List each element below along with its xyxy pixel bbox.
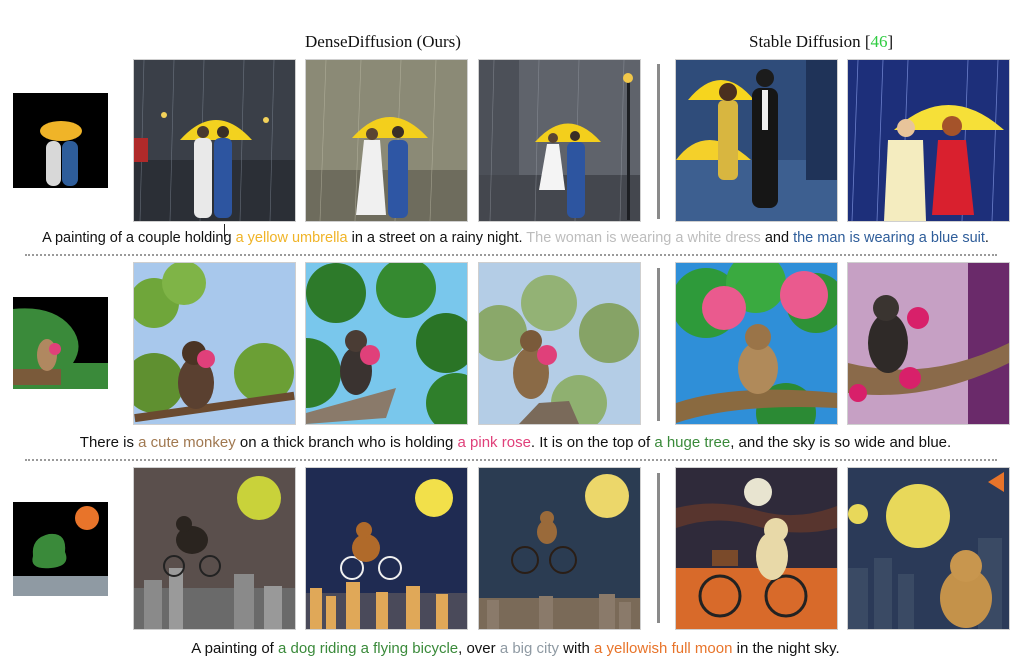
caption-span: on a thick branch — [235, 434, 355, 451]
caption-row-2: There is a cute monkey on a thick branch… — [0, 434, 1031, 451]
column-divider — [657, 64, 660, 219]
image-dog-ours-3 — [478, 467, 641, 630]
caption-span: A painting of — [191, 640, 279, 657]
caption-span-blue-suit: the man is wearing a blue suit — [793, 230, 985, 246]
caption-span-dog-bicycle: a dog riding a flying bicycle — [278, 640, 459, 657]
image-couple-sd-2 — [847, 59, 1010, 222]
image-dog-sd-1 — [675, 467, 838, 630]
image-monkey-sd-2 — [847, 262, 1010, 425]
text-cursor-icon — [224, 224, 231, 239]
caption-span: with — [559, 640, 595, 657]
caption-span-yellow-umbrella: a yellow umbrella — [235, 230, 348, 246]
image-monkey-sd-1 — [675, 262, 838, 425]
layout-mask-monkey — [13, 297, 108, 389]
image-monkey-ours-2 — [305, 262, 468, 425]
stable-diffusion-header: Stable Diffusion [46] — [749, 32, 893, 52]
caption-row-1: A painting of a couple holding a yellow … — [0, 230, 1031, 246]
header-suffix: ] — [887, 32, 894, 51]
image-couple-ours-3 — [478, 59, 641, 222]
image-dog-ours-2 — [305, 467, 468, 630]
image-dog-ours-1 — [133, 467, 296, 630]
layout-mask-couple — [13, 93, 108, 188]
caption-span: in the night sky. — [732, 640, 840, 657]
caption-span: in a street on a rainy night. — [347, 230, 527, 246]
caption-span: who is holding — [354, 434, 458, 451]
caption-row-3: A painting of a dog riding a flying bicy… — [0, 640, 1031, 657]
caption-span-cute-monkey: a cute monkey — [138, 434, 236, 451]
caption-span-full-moon: a yellowish full moon — [594, 640, 733, 657]
densediffusion-header: DenseDiffusion (Ours) — [305, 32, 461, 51]
caption-span: A painting of a couple holding — [42, 230, 236, 246]
caption-span-white-dress: The woman is wearing a white dress — [526, 230, 761, 246]
column-divider — [657, 473, 660, 623]
image-couple-ours-2 — [305, 59, 468, 222]
caption-span-huge-tree: a huge tree — [654, 434, 731, 451]
caption-span: . It is on the top of — [530, 434, 655, 451]
row-separator — [25, 459, 997, 461]
caption-span-pink-rose: a pink rose — [457, 434, 531, 451]
row-separator — [25, 254, 997, 256]
column-divider — [657, 268, 660, 421]
image-couple-sd-1 — [675, 59, 838, 222]
caption-span: , over — [458, 640, 500, 657]
image-couple-ours-1 — [133, 59, 296, 222]
caption-span-big-city: a big city — [499, 640, 560, 657]
header-prefix: Stable Diffusion [ — [749, 32, 871, 51]
image-dog-sd-2 — [847, 467, 1010, 630]
image-monkey-ours-3 — [478, 262, 641, 425]
caption-span: and — [760, 230, 794, 246]
layout-mask-dog — [13, 502, 108, 596]
citation-ref[interactable]: 46 — [871, 32, 888, 51]
image-monkey-ours-1 — [133, 262, 296, 425]
caption-span: . — [984, 230, 989, 246]
caption-span: , and the sky is so wide and blue. — [730, 434, 952, 451]
caption-span: There is — [79, 434, 139, 451]
